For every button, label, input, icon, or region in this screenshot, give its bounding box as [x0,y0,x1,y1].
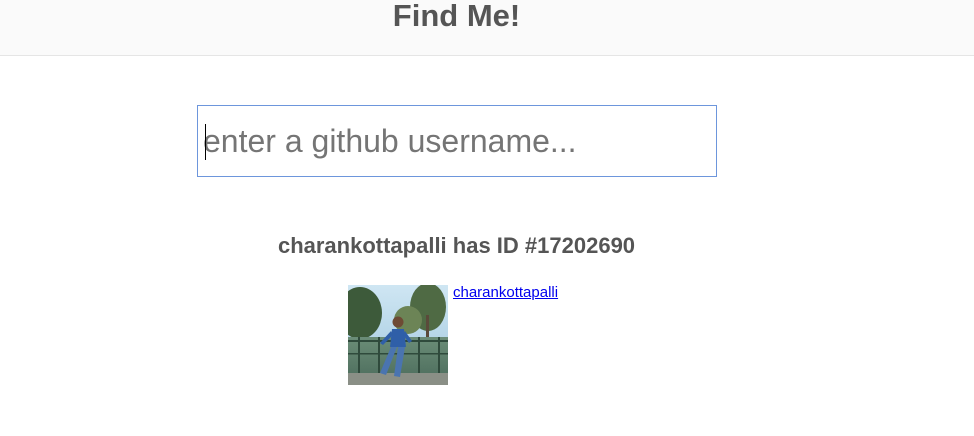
result-heading: charankottapalli has ID #17202690 [277,233,636,258]
page-header: Find Me! [0,0,974,56]
page-title: Find Me! [392,0,521,33]
username-search-input[interactable] [198,106,716,176]
github-profile-link[interactable]: charankottapalli [453,284,558,302]
avatar [348,285,448,385]
text-caret [205,124,206,160]
search-box[interactable] [197,105,717,177]
